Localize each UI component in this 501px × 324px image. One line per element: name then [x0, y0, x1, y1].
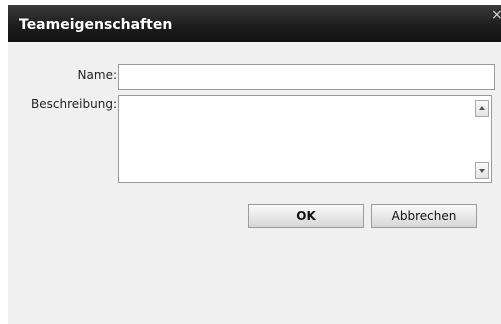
description-label: Beschreibung: — [31, 97, 117, 111]
description-scrollbar[interactable] — [474, 96, 491, 182]
name-label: Name: — [77, 68, 117, 82]
scroll-down-arrow-icon — [479, 169, 485, 173]
team-properties-dialog: Teameigenschaften × Name: Beschreibung: … — [8, 5, 501, 324]
name-input[interactable] — [118, 64, 495, 90]
scroll-up-button[interactable] — [475, 100, 489, 117]
close-icon[interactable]: × — [491, 8, 501, 22]
dialog-title: Teameigenschaften — [19, 17, 173, 33]
ok-button[interactable]: OK — [248, 204, 364, 228]
dialog-titlebar: Teameigenschaften × — [8, 5, 501, 42]
cancel-button[interactable]: Abbrechen — [371, 204, 477, 228]
description-field — [118, 95, 492, 183]
scroll-down-button[interactable] — [475, 162, 489, 179]
scroll-up-arrow-icon — [479, 106, 485, 110]
description-textarea[interactable] — [119, 96, 474, 182]
